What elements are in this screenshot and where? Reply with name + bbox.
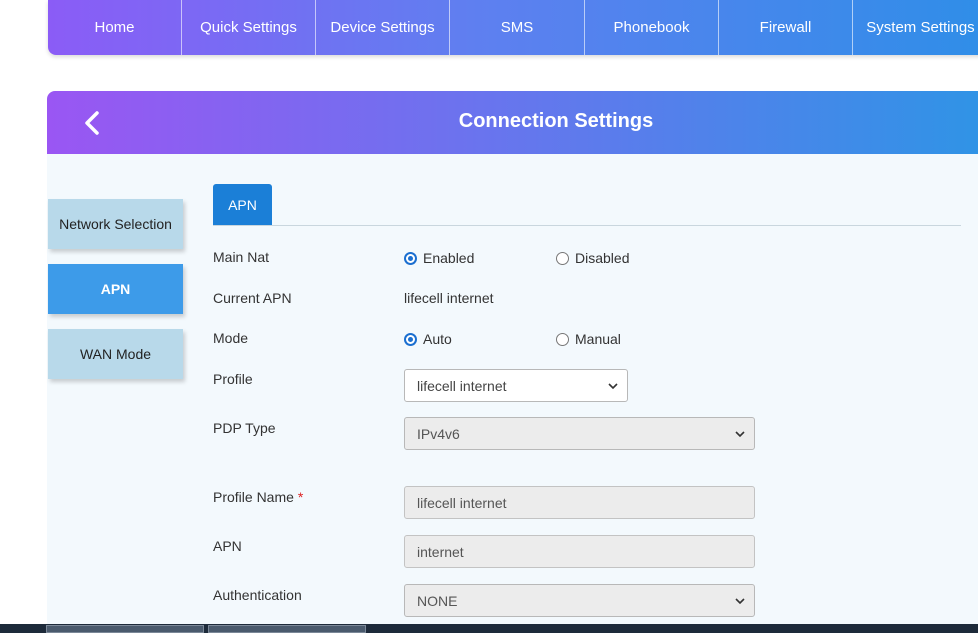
radio-checked-icon xyxy=(404,251,417,265)
panel-header: Connection Settings xyxy=(47,91,978,154)
profile-select[interactable]: lifecell internet xyxy=(404,369,628,402)
tab-divider xyxy=(213,225,961,226)
panel-body: Network Selection APN WAN Mode APN Main … xyxy=(47,154,978,633)
pdp-type-select-value: IPv4v6 xyxy=(417,425,460,442)
taskbar-button[interactable] xyxy=(208,625,366,633)
top-navigation: Home Quick Settings Device Settings SMS … xyxy=(48,0,978,55)
main-nat-enabled-radio[interactable]: Enabled xyxy=(404,250,474,266)
main-nat-disabled-label: Disabled xyxy=(575,250,630,266)
profile-select-value: lifecell internet xyxy=(417,377,507,394)
profile-name-label-text: Profile Name xyxy=(213,489,294,505)
authentication-select-value: NONE xyxy=(417,592,458,609)
authentication-label: Authentication xyxy=(213,587,302,603)
nav-device-settings[interactable]: Device Settings xyxy=(316,0,450,55)
mode-auto-label: Auto xyxy=(423,331,452,347)
tab-apn[interactable]: APN xyxy=(213,184,272,226)
current-apn-label: Current APN xyxy=(213,290,292,306)
profile-label: Profile xyxy=(213,371,253,387)
mode-label: Mode xyxy=(213,330,249,346)
main-nat-disabled-radio[interactable]: Disabled xyxy=(556,250,629,266)
nav-firewall[interactable]: Firewall xyxy=(719,0,853,55)
sidebar-item-apn[interactable]: APN xyxy=(48,264,183,314)
sidebar-item-network-selection[interactable]: Network Selection xyxy=(48,199,183,249)
os-taskbar xyxy=(0,624,978,633)
taskbar-button[interactable] xyxy=(46,625,204,633)
nav-home[interactable]: Home xyxy=(48,0,182,55)
radio-checked-icon xyxy=(404,332,417,346)
chevron-down-icon xyxy=(608,383,618,390)
radio-unchecked-icon xyxy=(556,332,569,346)
profile-name-label: Profile Name * xyxy=(213,489,303,505)
chevron-down-icon xyxy=(735,431,745,438)
apn-label: APN xyxy=(213,538,242,554)
sidebar-item-wan-mode[interactable]: WAN Mode xyxy=(48,329,183,379)
radio-unchecked-icon xyxy=(556,251,569,265)
main-nat-label: Main Nat xyxy=(213,249,270,265)
nav-phonebook[interactable]: Phonebook xyxy=(585,0,719,55)
apn-value: internet xyxy=(417,543,464,560)
profile-name-field[interactable]: lifecell internet xyxy=(404,486,755,519)
mode-manual-label: Manual xyxy=(575,331,621,347)
nav-quick-settings[interactable]: Quick Settings xyxy=(182,0,316,55)
profile-name-value: lifecell internet xyxy=(417,494,507,511)
pdp-type-select[interactable]: IPv4v6 xyxy=(404,417,755,450)
main-nat-enabled-label: Enabled xyxy=(423,250,475,266)
mode-manual-radio[interactable]: Manual xyxy=(556,331,621,347)
required-mark: * xyxy=(297,489,304,505)
mode-auto-radio[interactable]: Auto xyxy=(404,331,452,347)
current-apn-value: lifecell internet xyxy=(404,290,494,306)
chevron-down-icon xyxy=(735,598,745,605)
page-title: Connection Settings xyxy=(458,110,654,132)
pdp-type-label: PDP Type xyxy=(213,420,276,436)
nav-sms[interactable]: SMS xyxy=(450,0,585,55)
nav-system-settings[interactable]: System Settings xyxy=(853,0,978,55)
authentication-select[interactable]: NONE xyxy=(404,584,755,617)
apn-field[interactable]: internet xyxy=(404,535,755,568)
